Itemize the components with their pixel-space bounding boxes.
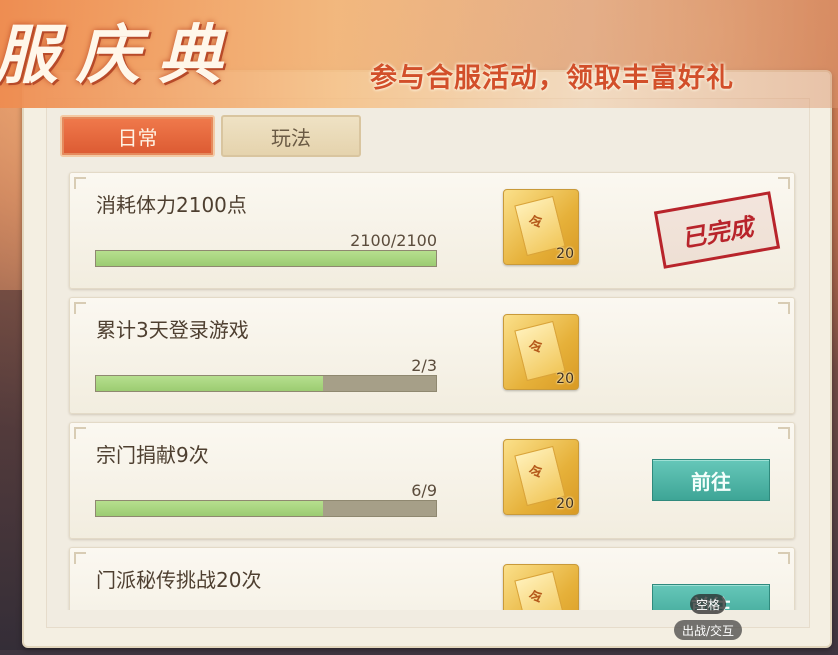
- progress-text: 2/3: [411, 356, 437, 375]
- progress-bar: [95, 500, 437, 517]
- token-mark: 令: [527, 338, 545, 358]
- tab-gameplay[interactable]: 玩法: [221, 115, 361, 157]
- progress-bar-fill: [96, 251, 436, 266]
- progress-bar-fill: [96, 501, 323, 516]
- token-mark: 令: [527, 213, 545, 233]
- task-title: 门派秘传挑战20次: [96, 568, 262, 592]
- progress-text: 2100/2100: [350, 231, 437, 250]
- task-row: 门派秘传挑战20次 令 前往: [69, 547, 795, 610]
- reward-item[interactable]: 令 20: [503, 439, 579, 515]
- progress-bar-fill: [96, 376, 323, 391]
- reward-item[interactable]: 令 20: [503, 189, 579, 265]
- task-row: 累计3天登录游戏 2/3 令 20: [69, 297, 795, 414]
- completed-stamp: 已完成: [653, 191, 781, 269]
- progress-bar: [95, 375, 437, 392]
- token-mark: 令: [527, 463, 545, 483]
- task-row: 宗门捐献9次 6/9 令 20 前往: [69, 422, 795, 539]
- reward-count: 20: [556, 496, 574, 512]
- interact-hint: 出战/交互: [674, 620, 742, 640]
- go-button[interactable]: 前往: [652, 459, 770, 501]
- event-banner: 服庆典 参与合服活动，领取丰富好礼: [0, 0, 838, 108]
- token-mark: 令: [527, 588, 545, 608]
- task-list[interactable]: 消耗体力2100点 2100/2100 令 20 已完成 累计3天登录游戏 2/…: [60, 160, 805, 610]
- task-title: 消耗体力2100点: [96, 193, 247, 217]
- reward-item[interactable]: 令 20: [503, 314, 579, 390]
- banner-subtitle: 参与合服活动，领取丰富好礼: [370, 63, 734, 94]
- gold-token-icon: 令: [514, 570, 566, 610]
- reward-item[interactable]: 令: [503, 564, 579, 610]
- tab-daily[interactable]: 日常: [60, 115, 215, 157]
- task-title: 宗门捐献9次: [96, 443, 209, 467]
- progress-bar: [95, 250, 437, 267]
- banner-title: 服庆典: [0, 18, 240, 93]
- task-row: 消耗体力2100点 2100/2100 令 20 已完成: [69, 172, 795, 289]
- progress-text: 6/9: [411, 481, 437, 500]
- task-title: 累计3天登录游戏: [96, 318, 249, 342]
- key-hint-space: 空格: [690, 594, 726, 614]
- reward-count: 20: [556, 371, 574, 387]
- reward-count: 20: [556, 246, 574, 262]
